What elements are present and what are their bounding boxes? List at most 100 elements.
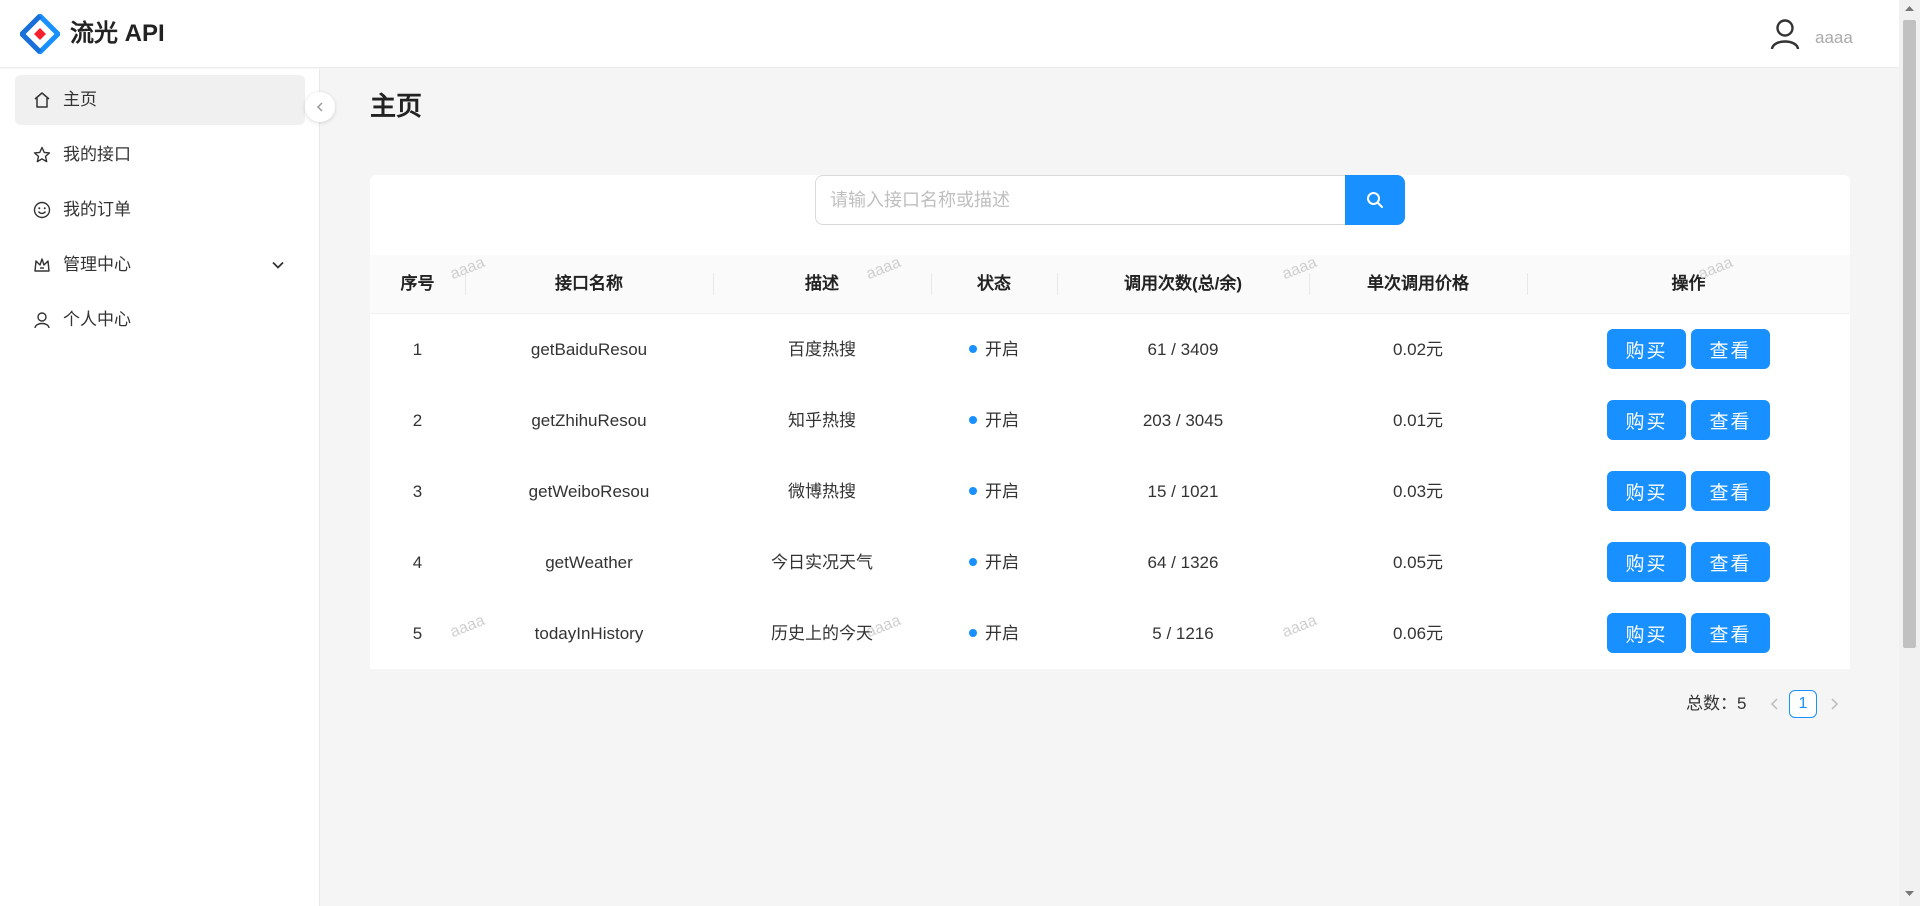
view-button[interactable]: 查看	[1691, 613, 1770, 653]
page-title: 主页	[370, 91, 423, 121]
sidebar-item-label: 我的订单	[63, 200, 131, 219]
cell-description: 微博热搜	[788, 482, 856, 501]
status-text: 开启	[985, 624, 1019, 643]
cell-price: 0.02元	[1392, 340, 1444, 359]
view-button[interactable]: 查看	[1691, 329, 1770, 369]
cell-index: 2	[412, 411, 423, 430]
pagination-page-current[interactable]: 1	[1789, 690, 1817, 718]
status-text: 开启	[985, 482, 1019, 501]
chevron-left-icon	[316, 102, 323, 112]
table-header: 序号 接口名称 描述 状态 调用次数(总/余) 单次调用价格 操作	[370, 255, 1850, 314]
chevron-down-icon	[272, 261, 284, 269]
cell-status: 开启	[931, 456, 1057, 527]
cell-description: 今日实况天气	[771, 553, 873, 572]
scroll-up-icon[interactable]	[1904, 4, 1915, 12]
cell-description: 知乎热搜	[788, 411, 856, 430]
cell-name: getWeiboResou	[528, 482, 650, 501]
sidebar-item-my-orders[interactable]: 我的订单	[15, 185, 305, 235]
sidebar: 主页 我的接口 我的订单 管理中心 个人中心	[0, 69, 320, 906]
cell-status: 开启	[931, 527, 1057, 598]
pagination-next-icon[interactable]	[1824, 694, 1844, 714]
search-icon	[1367, 192, 1383, 208]
table-row: 2 getZhihuResou 知乎热搜 开启 203 / 3045 0.01元…	[370, 385, 1850, 457]
cell-calls: 203 / 3045	[1142, 411, 1224, 430]
sidebar-collapse-button[interactable]	[305, 92, 335, 122]
user-name[interactable]: aaaa	[1815, 26, 1853, 50]
sidebar-item-label: 主页	[63, 90, 97, 109]
search-button[interactable]	[1345, 175, 1405, 225]
cell-index: 4	[412, 553, 423, 572]
scroll-down-icon[interactable]	[1904, 890, 1915, 898]
column-header-index: 序号	[400, 274, 435, 293]
cell-name: getZhihuResou	[531, 411, 647, 430]
column-header-price: 单次调用价格	[1367, 274, 1469, 293]
scrollbar-thumb[interactable]	[1903, 20, 1916, 648]
cell-index: 3	[412, 482, 423, 501]
sidebar-item-label: 个人中心	[63, 310, 131, 329]
view-button[interactable]: 查看	[1691, 542, 1770, 582]
home-icon	[34, 92, 50, 108]
sidebar-item-profile[interactable]: 个人中心	[15, 295, 305, 345]
search-bar	[815, 175, 1405, 225]
cell-status: 开启	[931, 314, 1057, 385]
buy-button[interactable]: 购买	[1607, 613, 1686, 653]
status-text: 开启	[985, 340, 1019, 359]
column-header-status: 状态	[977, 274, 1011, 293]
column-header-calls: 调用次数(总/余)	[1123, 274, 1243, 293]
logo-icon	[20, 14, 60, 54]
buy-button[interactable]: 购买	[1607, 400, 1686, 440]
cell-status: 开启	[931, 598, 1057, 669]
cell-price: 0.03元	[1392, 482, 1444, 501]
cell-name: todayInHistory	[534, 624, 644, 643]
cell-index: 1	[412, 340, 423, 359]
cell-calls: 61 / 3409	[1147, 340, 1219, 359]
user-avatar-icon[interactable]	[1770, 18, 1800, 50]
sidebar-item-label: 管理中心	[63, 255, 131, 274]
status-text: 开启	[985, 553, 1019, 572]
crown-icon	[34, 258, 50, 272]
app-title: 流光 API	[70, 20, 165, 47]
column-header-description: 描述	[805, 274, 839, 293]
pagination-total: 总数：5	[1686, 694, 1747, 713]
column-header-actions: 操作	[1671, 274, 1706, 293]
cell-price: 0.06元	[1392, 624, 1444, 643]
search-input[interactable]	[815, 175, 1345, 225]
cell-price: 0.05元	[1392, 553, 1444, 572]
sidebar-item-label: 我的接口	[63, 145, 131, 164]
status-dot-icon	[969, 415, 977, 424]
cell-calls: 15 / 1021	[1147, 482, 1219, 501]
sidebar-item-home[interactable]: 主页	[15, 75, 305, 125]
cell-name: getBaiduResou	[530, 340, 648, 359]
table-row: 3 getWeiboResou 微博热搜 开启 15 / 1021 0.03元 …	[370, 456, 1850, 528]
cell-description: 历史上的今天	[771, 624, 873, 643]
buy-button[interactable]: 购买	[1607, 542, 1686, 582]
column-header-name: 接口名称	[555, 274, 623, 293]
buy-button[interactable]: 购买	[1607, 329, 1686, 369]
view-button[interactable]: 查看	[1691, 471, 1770, 511]
status-dot-icon	[969, 557, 977, 566]
cell-index: 5	[412, 624, 423, 643]
smile-icon	[33, 201, 51, 219]
pagination-prev-icon[interactable]	[1765, 694, 1785, 714]
status-dot-icon	[969, 628, 977, 637]
star-icon	[33, 146, 51, 163]
cell-description: 百度热搜	[788, 340, 856, 359]
table-row: 4 getWeather 今日实况天气 开启 64 / 1326 0.05元 购…	[370, 527, 1850, 599]
sidebar-item-my-apis[interactable]: 我的接口	[15, 130, 305, 180]
cell-calls: 5 / 1216	[1152, 624, 1214, 643]
view-button[interactable]: 查看	[1691, 400, 1770, 440]
top-header: 流光 API aaaa	[0, 0, 1899, 68]
vertical-scrollbar[interactable]	[1899, 0, 1920, 906]
cell-price: 0.01元	[1392, 411, 1444, 430]
cell-status: 开启	[931, 385, 1057, 456]
status-dot-icon	[969, 486, 977, 495]
sidebar-item-admin-center[interactable]: 管理中心	[15, 240, 305, 290]
table-row: 5 todayInHistory 历史上的今天 开启 5 / 1216 0.06…	[370, 598, 1850, 669]
cell-calls: 64 / 1326	[1147, 553, 1219, 572]
user-icon	[34, 312, 50, 329]
buy-button[interactable]: 购买	[1607, 471, 1686, 511]
cell-name: getWeather	[545, 553, 633, 572]
status-text: 开启	[985, 411, 1019, 430]
table-row: 1 getBaiduResou 百度热搜 开启 61 / 3409 0.02元 …	[370, 314, 1850, 386]
status-dot-icon	[969, 344, 977, 353]
